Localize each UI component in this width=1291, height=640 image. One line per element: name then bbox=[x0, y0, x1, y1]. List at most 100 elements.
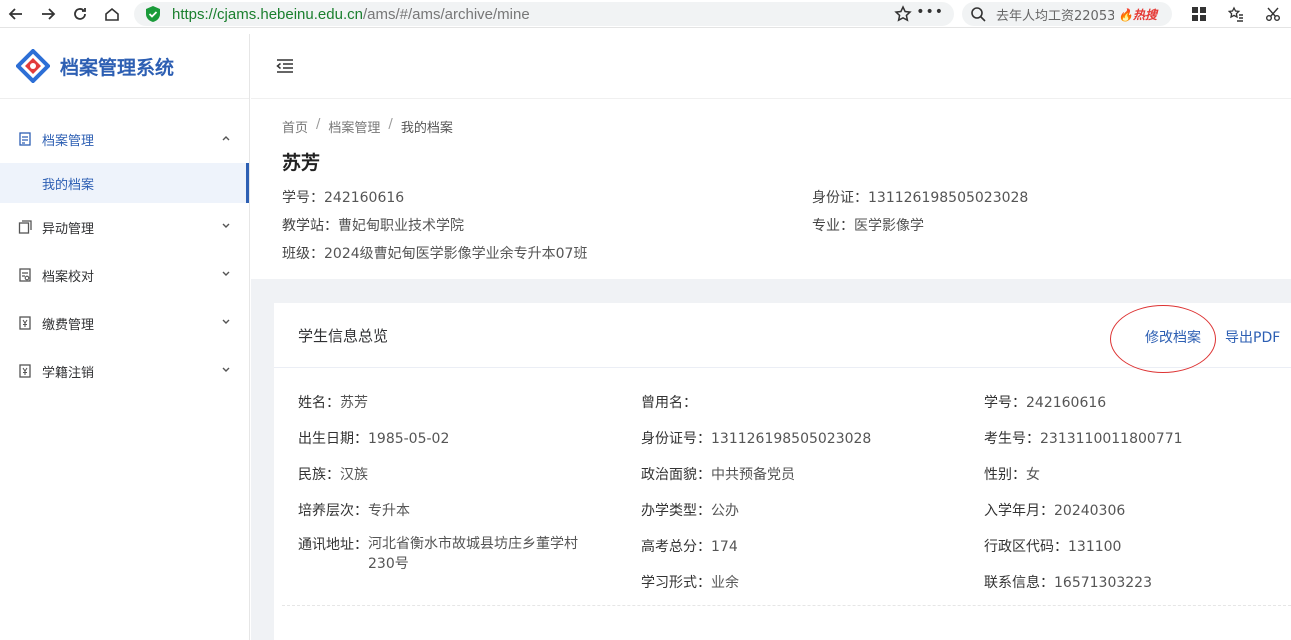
grid-icon bbox=[1191, 7, 1206, 21]
card-header: 学生信息总览 修改档案 导出PDF bbox=[274, 303, 1291, 373]
field-score: 高考总分：174 bbox=[641, 536, 738, 556]
field-label: 性别： bbox=[984, 467, 1026, 483]
summary-student-id: 学号：242160616 bbox=[282, 187, 404, 207]
field-value: 131126198505023028 bbox=[711, 431, 872, 447]
sidebar-item-label: 异动管理 bbox=[42, 221, 95, 237]
field-label: 民族： bbox=[298, 467, 340, 483]
edit-archive-button[interactable]: 修改档案 bbox=[1145, 327, 1201, 347]
sidebar-item-change-management[interactable]: 异动管理 bbox=[0, 203, 249, 251]
arrow-right-icon bbox=[42, 7, 56, 20]
field-value: 公办 bbox=[711, 503, 739, 519]
star-icon[interactable] bbox=[894, 5, 912, 23]
breadcrumb-current: 我的档案 bbox=[400, 121, 453, 136]
field-value: 16571303223 bbox=[1054, 575, 1152, 591]
sidebar-item-my-archive[interactable]: 我的档案 bbox=[0, 163, 249, 203]
field-contact: 联系信息：16571303223 bbox=[984, 572, 1152, 592]
back-button[interactable] bbox=[0, 0, 32, 28]
field-region-code: 行政区代码：131100 bbox=[984, 536, 1121, 556]
student-summary: 学号：242160616 身份证：131126198505023028 教学站：… bbox=[282, 187, 1260, 273]
page-title: 苏芳 bbox=[282, 152, 321, 174]
field-value: 174 bbox=[711, 539, 738, 555]
field-label: 联系信息： bbox=[984, 575, 1054, 591]
collapse-menu-icon[interactable] bbox=[275, 56, 295, 76]
field-value: 曹妃甸职业技术学院 bbox=[338, 218, 464, 234]
breadcrumb-home[interactable]: 首页 bbox=[282, 117, 308, 136]
breadcrumb: 首页 / 档案管理 / 我的档案 bbox=[282, 117, 1260, 136]
summary-major: 专业：医学影像学 bbox=[812, 215, 924, 235]
summary-id-card: 身份证：131126198505023028 bbox=[812, 187, 1028, 207]
field-label: 政治面貌： bbox=[641, 467, 711, 483]
breadcrumb-archive-management[interactable]: 档案管理 bbox=[328, 117, 380, 136]
field-value: 131100 bbox=[1068, 539, 1122, 555]
breadcrumb-separator: / bbox=[388, 117, 393, 132]
field-label: 教学站： bbox=[282, 218, 338, 234]
reload-button[interactable] bbox=[64, 0, 96, 28]
reload-icon bbox=[74, 7, 86, 20]
summary-class: 班级：2024级曹妃甸医学影像学业余专升本07班 bbox=[282, 243, 587, 263]
field-value: 医学影像学 bbox=[854, 218, 924, 234]
screenshot-button[interactable] bbox=[1254, 2, 1291, 26]
student-info-card: 学生信息总览 修改档案 导出PDF 姓名：苏芳 出生日期：1985-05-02 … bbox=[274, 303, 1291, 640]
field-label: 身份证： bbox=[812, 190, 868, 206]
browser-search-box[interactable]: 去年人均工资22053 🔥热搜 bbox=[962, 2, 1172, 26]
url-path: /ams/#/ams/archive/mine bbox=[362, 5, 530, 23]
home-icon bbox=[105, 7, 119, 21]
field-value: 131126198505023028 bbox=[868, 190, 1029, 206]
archive-icon bbox=[19, 132, 31, 146]
sidebar-item-archive-management[interactable]: 档案管理 bbox=[0, 115, 249, 163]
summary-station: 教学站：曹妃甸职业技术学院 bbox=[282, 215, 464, 235]
field-value: 女 bbox=[1026, 467, 1040, 483]
field-label: 通讯地址： bbox=[298, 537, 368, 553]
logo-text: 档案管理系统 bbox=[60, 56, 175, 79]
field-value: 2313110011800771 bbox=[1040, 431, 1183, 447]
field-label: 高考总分： bbox=[641, 539, 711, 555]
more-dots-icon[interactable]: ••• bbox=[916, 4, 944, 20]
field-value: 苏芳 bbox=[340, 395, 368, 411]
sidebar-item-label: 缴费管理 bbox=[42, 317, 95, 333]
sidebar-item-label: 档案管理 bbox=[42, 133, 95, 149]
sidebar-item-label: 档案校对 bbox=[42, 269, 95, 285]
apps-button[interactable] bbox=[1180, 2, 1217, 26]
field-value: 242160616 bbox=[1026, 395, 1107, 411]
browser-toolbar: https://cjams.hebeinu.edu.cn/ams/#/ams/a… bbox=[0, 0, 1291, 28]
search-icon bbox=[971, 7, 986, 22]
yen-document-icon bbox=[19, 316, 31, 330]
field-study-form: 学习形式：业余 bbox=[641, 572, 739, 592]
hot-badge: 🔥热搜 bbox=[1118, 7, 1157, 22]
field-label: 培养层次： bbox=[298, 503, 368, 519]
field-value: 242160616 bbox=[324, 190, 405, 206]
field-name: 姓名：苏芳 bbox=[298, 392, 368, 412]
sidebar-item-label: 学籍注销 bbox=[42, 365, 95, 381]
field-value: 中共预备党员 bbox=[711, 467, 795, 483]
field-value: 河北省衡水市故城县坊庄乡董学村230号 bbox=[368, 536, 578, 572]
search-suggestion: 去年人均工资22053 bbox=[996, 8, 1114, 24]
field-label: 学号： bbox=[984, 395, 1026, 411]
field-label: 专业： bbox=[812, 218, 854, 234]
breadcrumb-separator: / bbox=[316, 117, 321, 132]
field-value: 1985-05-02 bbox=[368, 431, 450, 447]
forward-button[interactable] bbox=[32, 0, 64, 28]
top-bar bbox=[251, 34, 1291, 99]
field-value: 汉族 bbox=[340, 467, 368, 483]
chevron-down-icon bbox=[222, 367, 230, 372]
chevron-down-icon bbox=[222, 223, 230, 228]
sidebar-item-fee-management[interactable]: 缴费管理 bbox=[0, 299, 249, 347]
shield-check-icon bbox=[146, 6, 160, 22]
address-bar[interactable]: https://cjams.hebeinu.edu.cn/ams/#/ams/a… bbox=[134, 2, 954, 26]
export-pdf-button[interactable]: 导出PDF bbox=[1225, 327, 1280, 347]
field-label: 办学类型： bbox=[641, 503, 711, 519]
field-exam-number: 考生号：2313110011800771 bbox=[984, 428, 1183, 448]
home-button[interactable] bbox=[96, 0, 128, 28]
favorites-button[interactable] bbox=[1217, 2, 1254, 26]
browser-tools bbox=[1180, 2, 1291, 26]
field-label: 学号： bbox=[282, 190, 324, 206]
field-id-number: 身份证号：131126198505023028 bbox=[641, 428, 871, 448]
chevron-down-icon bbox=[222, 319, 230, 324]
sidebar-item-archive-proofread[interactable]: 档案校对 bbox=[0, 251, 249, 299]
chevron-up-icon bbox=[222, 136, 230, 141]
field-former-name: 曾用名： bbox=[641, 392, 697, 412]
sidebar-item-status-cancel[interactable]: 学籍注销 bbox=[0, 347, 249, 395]
field-label: 班级： bbox=[282, 246, 324, 262]
field-label: 姓名： bbox=[298, 395, 340, 411]
info-grid: 姓名：苏芳 出生日期：1985-05-02 民族：汉族 培养层次：专升本 通讯地… bbox=[274, 368, 1291, 608]
